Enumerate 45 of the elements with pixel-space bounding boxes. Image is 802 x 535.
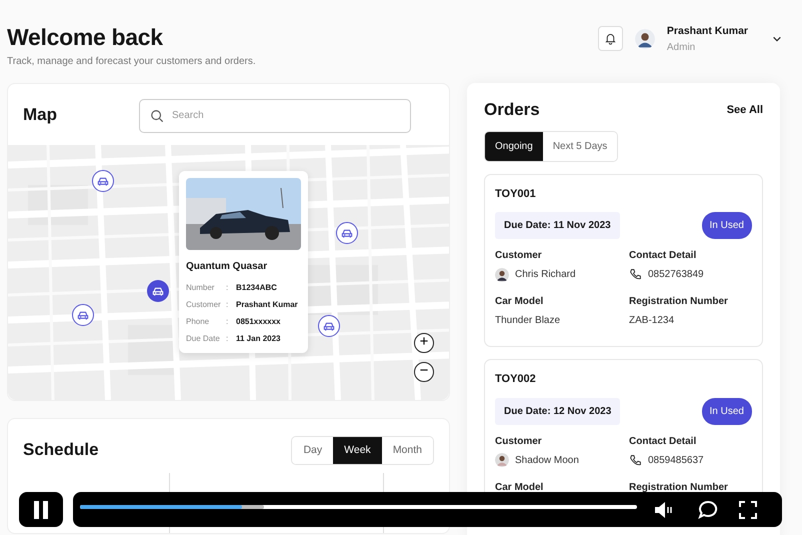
field-label: Car Model bbox=[495, 295, 544, 310]
pause-icon bbox=[32, 500, 50, 520]
avatar bbox=[495, 268, 509, 282]
chat-icon[interactable] bbox=[697, 499, 719, 521]
phone-number: 0859485637 bbox=[648, 454, 704, 468]
see-all-link[interactable]: See All bbox=[726, 102, 763, 118]
field-label: Contact Detail bbox=[629, 434, 698, 449]
field-label: Customer bbox=[495, 249, 543, 264]
view-tab[interactable]: Week bbox=[333, 436, 382, 464]
status-badge: In Used bbox=[702, 398, 752, 425]
card-title: Schedule bbox=[23, 440, 99, 461]
customer-name: Chris Richard bbox=[515, 268, 576, 282]
field-label: Registration Number bbox=[629, 480, 729, 495]
notification-button[interactable] bbox=[598, 26, 623, 51]
tab[interactable]: Ongoing bbox=[485, 132, 543, 161]
field-label: Registration Number bbox=[629, 295, 729, 310]
field-label: Customer bbox=[495, 434, 543, 449]
avatar bbox=[634, 29, 655, 50]
bell-icon bbox=[604, 32, 617, 45]
field-label: Contact Detail bbox=[629, 249, 698, 264]
search-field[interactable]: Search bbox=[139, 98, 411, 133]
status-badge: In Used bbox=[702, 212, 752, 240]
page-subtitle: Track, manage and forecast your customers and orders. bbox=[7, 54, 257, 69]
field-label: Car Model bbox=[495, 480, 544, 495]
order-id: TOY002 bbox=[495, 372, 537, 388]
page-title: Welcome back bbox=[7, 24, 164, 52]
search-icon bbox=[150, 108, 164, 123]
volume-icon[interactable] bbox=[653, 499, 675, 521]
registration-number: ZAB-1234 bbox=[629, 314, 676, 328]
pause-button[interactable] bbox=[19, 492, 63, 527]
phone-number: 0852763849 bbox=[648, 268, 704, 282]
phone-icon bbox=[629, 268, 642, 282]
due-date: Due Date: 11 Nov 2023 bbox=[495, 212, 620, 240]
card-title: Orders bbox=[484, 100, 540, 120]
card-title: Map bbox=[23, 105, 57, 126]
car-model: Thunder Blaze bbox=[495, 314, 562, 328]
avatar bbox=[495, 453, 509, 468]
user-name: Prashant Kumar bbox=[666, 24, 748, 39]
phone-icon bbox=[629, 454, 642, 467]
order-id: TOY001 bbox=[495, 186, 537, 202]
progress-track[interactable] bbox=[80, 505, 637, 509]
due-date: Due Date: 12 Nov 2023 bbox=[495, 398, 620, 425]
customer-name: Shadow Moon bbox=[515, 454, 579, 468]
user-role: Admin bbox=[666, 40, 696, 55]
fullscreen-icon[interactable] bbox=[737, 499, 759, 521]
